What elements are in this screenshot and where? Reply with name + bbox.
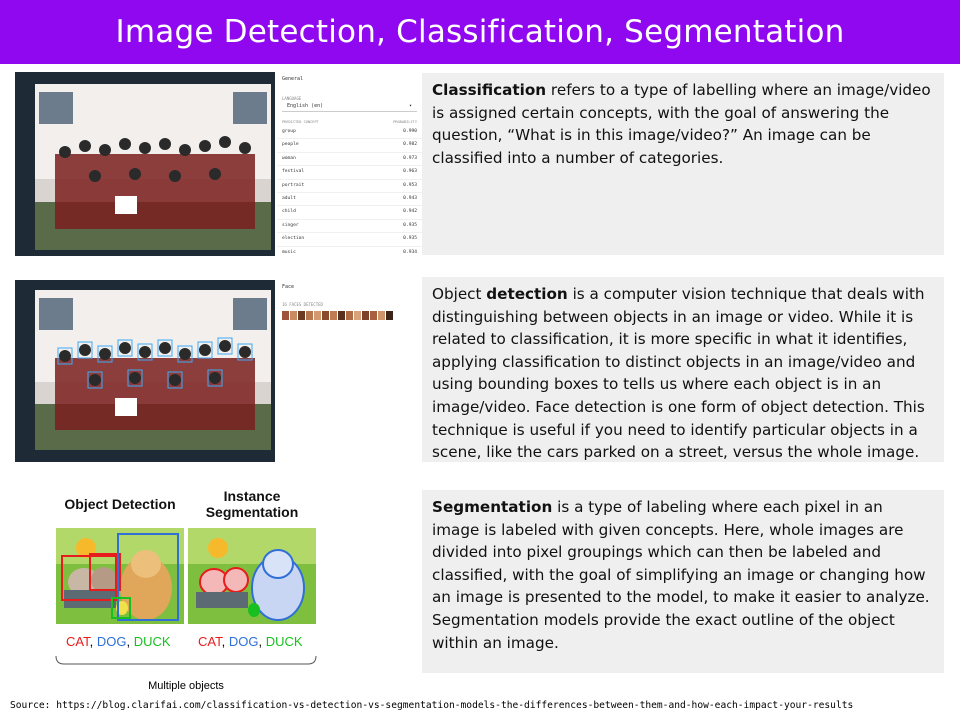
segmentation-term: Segmentation [432,498,553,516]
group-photo [35,84,271,250]
segmentation-text: is a type of labeling where each pixel i… [432,498,930,652]
face-thumbnail[interactable] [298,311,305,320]
source-citation[interactable]: Source: https://blog.clarifai.com/classi… [10,700,853,711]
concept-name: child [282,209,296,215]
concept-probability: 0.973 [403,155,417,161]
instance-segmentation-image [188,528,316,624]
language-label: LANGUAGE [282,96,302,101]
concept-row: election 0.935 [277,233,422,247]
face-thumbnail[interactable] [290,311,297,320]
concept-probability: 0.963 [403,169,417,175]
concept-list: group 0.990 people 0.982 woman 0.973 festiv… [277,126,422,256]
concept-probability: 0.943 [403,195,417,201]
concept-name: adult [282,195,296,201]
face-thumbnail[interactable] [306,311,313,320]
concept-probability: 0.990 [403,129,417,134]
concept-row: portrait 0.953 [277,180,422,193]
label-separator: , [258,634,266,649]
model-name: General [282,76,304,82]
concept-name: election [282,236,305,242]
face-thumbnail[interactable] [322,311,329,320]
concept-name: woman [282,155,296,161]
concept-name: festival [282,169,305,175]
concept-probability: 0.982 [403,142,417,148]
concept-row: people 0.982 [277,139,422,153]
classification-description: Classification refers to a type of label… [422,73,944,255]
object-detection-image [56,528,184,624]
duck-label: DUCK [133,634,171,649]
face-thumbnails [277,309,422,322]
face-thumbnail[interactable] [346,311,353,320]
concept-probability: 0.935 [403,222,417,228]
multiple-objects-bracket [55,655,317,665]
concept-row: group 0.990 [277,126,422,140]
page-title: Image Detection, Classification, Segment… [115,14,845,50]
classification-term: Classification [432,81,547,99]
face-thumbnail[interactable] [378,311,385,320]
face-thumbnail[interactable] [338,311,345,320]
concept-name: portrait [282,182,305,188]
concept-row: music 0.934 [277,247,422,256]
object-detection-heading: Object Detection [64,496,176,512]
cat-label: CAT [66,634,90,649]
face-thumbnail[interactable] [386,311,393,320]
face-thumbnail[interactable] [354,311,361,320]
concept-probability: 0.934 [403,249,417,255]
face-thumbnail[interactable] [370,311,377,320]
concept-probability: 0.953 [403,182,417,188]
concept-name: music [282,249,296,255]
probability-column-header: PROBABILITY [393,120,417,124]
multiple-objects-caption: Multiple objects [148,680,224,692]
label-separator: , [221,634,229,649]
group-photo-with-face-boxes [35,290,271,450]
chevron-down-icon: ▾ [408,103,412,109]
segmentation-description: Segmentation is a type of labeling where… [422,490,944,673]
detection-results-panel: Face 16 FACES DETECTED [277,280,422,462]
detection-screenshot: Face 16 FACES DETECTED [15,280,422,462]
detection-description: Object detection is a computer vision te… [422,277,944,462]
instance-segmentation-heading-1: Instance [223,488,281,504]
faces-detected-label: 16 FACES DETECTED [282,302,323,307]
duck-label: DUCK [265,634,303,649]
concept-name: singer [282,222,299,228]
language-value: English (en) [287,103,324,109]
concept-row: festival 0.963 [277,166,422,180]
language-select[interactable]: English (en) ▾ [282,101,417,112]
concept-row: child 0.942 [277,206,422,220]
concept-row: adult 0.943 [277,193,422,207]
concept-name: group [282,129,296,134]
instance-segmentation-heading-2: Segmentation [205,504,299,520]
classification-photo-panel [15,72,275,256]
concept-name: people [282,142,299,148]
face-thumbnail[interactable] [314,311,321,320]
cat-label: CAT [198,634,222,649]
label-separator: , [126,634,134,649]
detection-photo-panel [15,280,275,462]
concept-table-header: PREDICTED CONCEPT PROBABILITY [277,112,422,126]
detection-term: detection [486,285,568,303]
face-thumbnail[interactable] [362,311,369,320]
dog-label: DOG [228,634,259,649]
concept-probability: 0.942 [403,209,417,215]
detection-class-labels: CAT, DOG, DUCK [66,634,171,649]
dog-label: DOG [96,634,127,649]
concept-row: woman 0.973 [277,153,422,167]
model-name: Face [282,284,295,290]
title-bar: Image Detection, Classification, Segment… [0,0,960,64]
segmentation-class-labels: CAT, DOG, DUCK [198,634,303,649]
concept-row: singer 0.935 [277,220,422,234]
classification-results-panel: General LANGUAGE English (en) ▾ PREDICTE… [277,72,422,256]
concept-probability: 0.935 [403,236,417,242]
face-thumbnail[interactable] [282,311,289,320]
detection-text: is a computer vision technique that deal… [432,285,925,462]
classification-screenshot: General LANGUAGE English (en) ▾ PREDICTE… [15,72,422,256]
label-separator: , [89,634,97,649]
detection-prefix: Object [432,285,487,303]
concept-column-header: PREDICTED CONCEPT [282,120,319,124]
face-thumbnail[interactable] [330,311,337,320]
segmentation-figure: Object Detection Instance Segmentation C… [50,484,322,696]
